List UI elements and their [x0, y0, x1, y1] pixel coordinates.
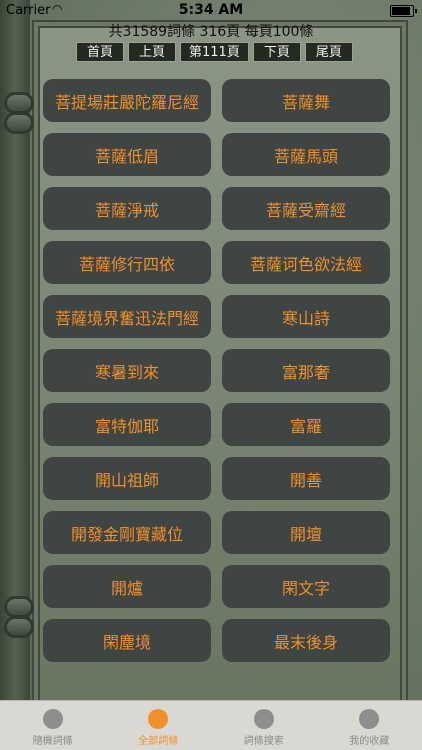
entry-button[interactable]: 菩提場莊嚴陀羅尼經 — [43, 79, 211, 122]
entry-button[interactable]: 閑文字 — [222, 565, 390, 608]
entry-button[interactable]: 開壇 — [222, 511, 390, 554]
screen: Carrier ◠ 5:34 AM 共31589詞條 316頁 每頁100條 首… — [0, 0, 422, 750]
entry-button[interactable]: 開山祖師 — [43, 457, 211, 500]
tab-favorites[interactable]: 我的收藏 — [317, 701, 422, 750]
binder-ring — [4, 596, 34, 618]
entry-button[interactable]: 菩薩馬頭 — [222, 133, 390, 176]
tab-all-entries[interactable]: 全部詞條 — [106, 701, 212, 750]
tab-label: 全部詞條 — [138, 736, 179, 747]
circle-icon — [253, 709, 274, 729]
tab-label: 我的收藏 — [349, 736, 390, 747]
entry-button[interactable]: 菩薩淨戒 — [43, 187, 211, 230]
binder-ring — [4, 112, 34, 134]
entry-button[interactable]: 寒暑到來 — [43, 349, 211, 392]
next-page-button[interactable]: 下頁 — [252, 42, 301, 62]
entry-count-info: 共31589詞條 316頁 每頁100條 — [108, 24, 314, 40]
entry-button[interactable]: 最末後身 — [222, 619, 390, 662]
entry-button[interactable]: 富特伽耶 — [43, 403, 211, 446]
entry-button[interactable]: 開爐 — [43, 565, 211, 608]
clock: 5:34 AM — [178, 2, 244, 18]
entry-button[interactable]: 富羅 — [222, 403, 390, 446]
entry-button[interactable]: 菩薩修行四依 — [43, 241, 211, 284]
entry-button[interactable]: 菩薩受齋經 — [222, 187, 390, 230]
tab-bar: 隨機詞條 全部詞條 詞條搜索 我的收藏 — [0, 700, 422, 750]
binder-ring — [4, 616, 34, 638]
current-page-button[interactable]: 第111頁 — [180, 42, 249, 62]
tab-search[interactable]: 詞條搜索 — [211, 701, 317, 750]
pagination: 首頁 上頁 第111頁 下頁 尾頁 — [76, 42, 353, 62]
tab-random-entry[interactable]: 隨機詞條 — [0, 701, 106, 750]
entry-button[interactable]: 菩薩舞 — [222, 79, 390, 122]
circle-icon — [359, 709, 380, 729]
status-bar: Carrier ◠ 5:34 AM — [0, 0, 422, 20]
circle-icon — [42, 709, 63, 729]
entry-button[interactable]: 閑塵境 — [43, 619, 211, 662]
entry-button[interactable]: 菩薩低眉 — [43, 133, 211, 176]
entry-button[interactable]: 開善 — [222, 457, 390, 500]
entry-button[interactable]: 富那奢 — [222, 349, 390, 392]
entry-button[interactable]: 菩薩境界奮迅法門經 — [43, 295, 211, 338]
entry-button[interactable]: 菩薩诃色欲法經 — [222, 241, 390, 284]
entry-grid: 菩提場莊嚴陀羅尼經 菩薩舞 菩薩低眉 菩薩馬頭 菩薩淨戒 菩薩受齋經 菩薩修行四… — [43, 79, 390, 662]
tab-label: 詞條搜索 — [243, 736, 284, 747]
binder-ring — [4, 92, 34, 114]
tab-label: 隨機詞條 — [32, 736, 73, 747]
first-page-button[interactable]: 首頁 — [76, 42, 124, 62]
last-page-button[interactable]: 尾頁 — [304, 42, 353, 62]
entry-button[interactable]: 寒山詩 — [222, 295, 390, 338]
battery-icon — [390, 5, 417, 17]
prev-page-button[interactable]: 上頁 — [128, 42, 176, 62]
circle-icon — [148, 709, 169, 729]
entry-button[interactable]: 開發金剛寶藏位 — [43, 511, 211, 554]
